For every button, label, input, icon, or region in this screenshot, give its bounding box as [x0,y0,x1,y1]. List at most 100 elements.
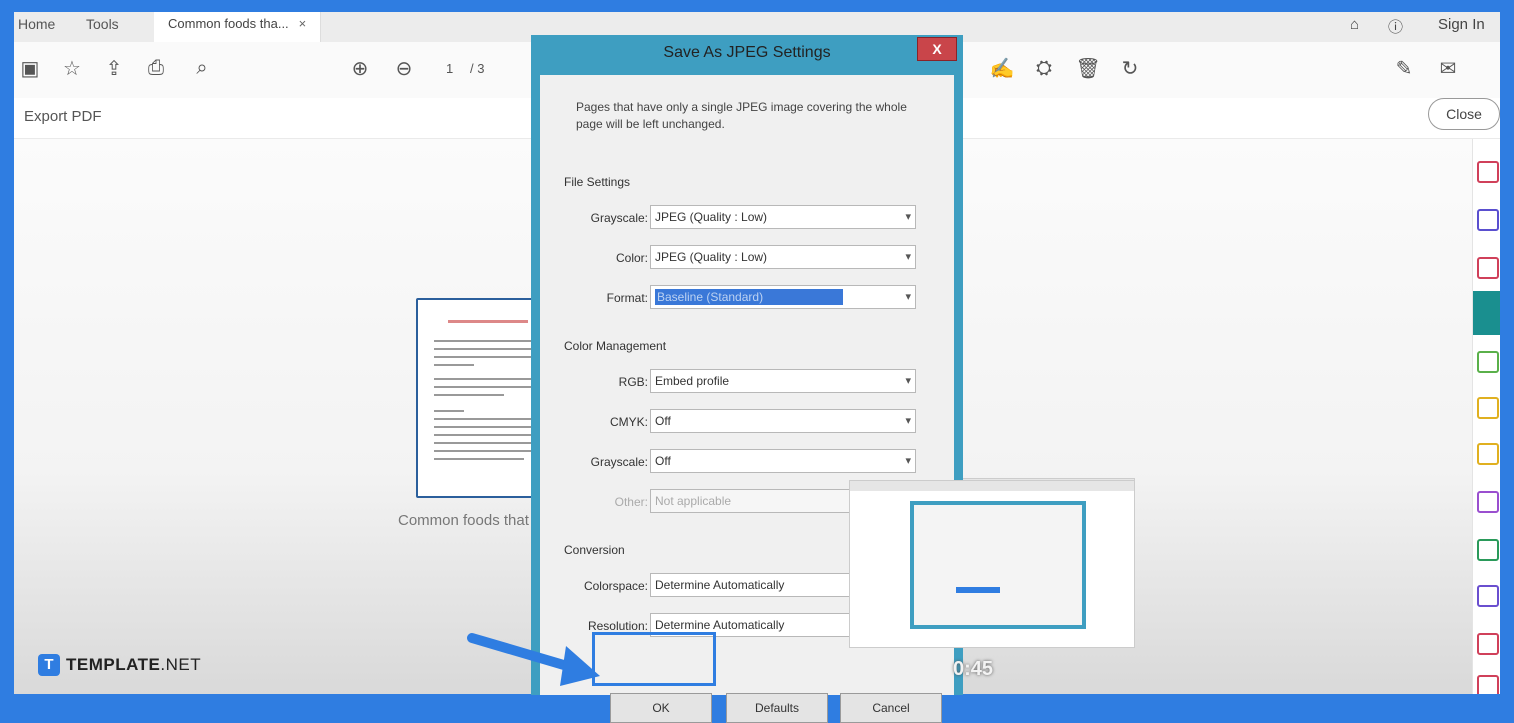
cm-grayscale-label: Grayscale: [590,455,648,469]
thumbnail-line [434,418,546,420]
note-icon[interactable] [1477,443,1499,465]
protect-icon[interactable] [1477,585,1499,607]
template-logo-mark: T [38,654,60,676]
thumbnail-line [434,378,542,380]
fs-color-select[interactable]: JPEG (Quality : Low) ▾ [650,245,916,269]
conversion-heading: Conversion [564,543,625,557]
pen-icon[interactable]: ✎ [1392,56,1416,80]
ok-highlight-frame [592,632,716,686]
video-preview-thumbnail [849,480,1135,648]
stamp-icon[interactable]: ⛭ [1032,56,1056,80]
cm-rgb-select[interactable]: Embed profile ▾ [650,369,916,393]
pointer-arrow-icon [467,633,600,686]
zoom-icon[interactable]: ⌕ [190,56,214,80]
dialog-title: Save As JPEG Settings [663,44,831,61]
delete-icon[interactable]: 🗑 [1075,56,1100,80]
cm-rgb-label: RGB: [618,375,648,389]
fs-format-value: Baseline (Standard) [655,289,844,305]
preview-dialog [910,501,1086,629]
thumbnail-line [434,434,546,436]
thumbnail-caption: Common foods that ca [398,512,549,529]
chevron-down-icon: ▾ [905,415,911,427]
cm-rgb-value: Embed profile [655,374,730,388]
logo-brand: TEMPLATE [66,655,161,674]
dialog-close-button[interactable]: X [917,37,957,61]
notification-icon[interactable]: ⌂ [1350,16,1359,33]
tab-home[interactable]: Home [18,16,55,32]
save-icon[interactable]: ▣ [18,56,42,80]
thumbnail-line [434,386,546,388]
cm-cmyk-select[interactable]: Off ▾ [650,409,916,433]
cancel-button[interactable]: Cancel [840,693,942,723]
chevron-down-icon: ▾ [905,455,911,467]
sign-in-link[interactable]: Sign In [1438,16,1485,33]
redact-icon[interactable] [1477,633,1499,655]
cm-grayscale-select[interactable]: Off ▾ [650,449,916,473]
right-tools-panel [1472,139,1500,694]
fs-color-label: Color: [615,251,648,265]
fs-grayscale-select[interactable]: JPEG (Quality : Low) ▾ [650,205,916,229]
upload-cloud-icon[interactable]: ⇪ [102,56,126,80]
more-tools-icon[interactable] [1477,675,1499,694]
comment-icon[interactable] [1477,397,1499,419]
thumbnail-line [434,364,474,366]
fs-format-select[interactable]: Baseline (Standard) ▾ [650,285,916,309]
defaults-button[interactable]: Defaults [726,693,828,723]
thumbnail-line [434,348,546,350]
chevron-down-icon: ▾ [905,375,911,387]
cm-grayscale-value: Off [655,454,671,468]
preview-titlebar [850,481,1134,491]
cm-other-label: Other: [614,495,648,509]
create-pdf-icon[interactable] [1477,161,1499,183]
bookmark-star-icon[interactable]: ☆ [60,56,84,80]
thumbnail-line [434,426,542,428]
thumbnail-line [434,442,534,444]
thumbnail-line [434,458,524,460]
thumbnail-line [434,356,534,358]
combine-files-icon[interactable] [1477,209,1499,231]
fs-format-label: Format: [606,291,648,305]
export-pdf-icon[interactable] [1473,291,1500,335]
cm-other-value: Not applicable [655,494,732,508]
chevron-down-icon: ▾ [905,291,911,303]
mail-icon[interactable]: ✉ [1436,56,1460,80]
cm-cmyk-value: Off [655,414,671,428]
chevron-down-icon: ▾ [905,251,911,263]
edit-pdf-icon[interactable] [1477,351,1499,373]
thumbnail-line [434,340,544,342]
cv-resolution-value: Determine Automatically [655,618,785,632]
fs-color-value: JPEG (Quality : Low) [655,250,768,264]
logo-suffix: .NET [160,655,202,674]
print-icon[interactable]: ⎙ [144,56,168,80]
cv-colorspace-value: Determine Automatically [655,578,785,592]
template-net-logo: T TEMPLATE.NET [38,654,201,676]
dialog-note: Pages that have only a single JPEG image… [576,100,907,131]
page-up-icon[interactable]: ⊕ [348,56,372,80]
thumbnail-line [434,394,504,396]
ok-button[interactable]: OK [610,693,712,723]
organize-pages-icon[interactable] [1477,257,1499,279]
fs-grayscale-value: JPEG (Quality : Low) [655,210,768,224]
close-button[interactable]: Close [1428,98,1500,130]
thumbnail-line [434,410,464,412]
file-settings-heading: File Settings [564,175,631,189]
rotate-icon[interactable]: ↻ [1118,56,1142,80]
export-title: Export PDF [24,108,102,125]
page-current[interactable]: 1 [446,61,453,76]
tab-document[interactable]: Common foods tha... × [154,12,322,42]
tab-tools[interactable]: Tools [86,16,119,32]
fill-sign-icon[interactable] [1477,491,1499,513]
scan-icon[interactable] [1477,539,1499,561]
thumbnail-heading [448,320,528,323]
video-timecode: 0:45 [953,658,994,680]
thumbnail-line [434,450,546,452]
fs-grayscale-label: Grayscale: [590,211,648,225]
template-logo-text: TEMPLATE.NET [66,655,201,675]
close-tab-icon[interactable]: × [299,16,307,31]
preview-highlight [956,587,1000,593]
help-icon[interactable]: ⓘ [1388,16,1403,37]
page-down-icon[interactable]: ⊖ [392,56,416,80]
color-management-heading: Color Management [564,339,667,353]
cv-colorspace-label: Colorspace: [583,579,648,593]
sign-icon[interactable]: ✍ [990,56,1015,80]
